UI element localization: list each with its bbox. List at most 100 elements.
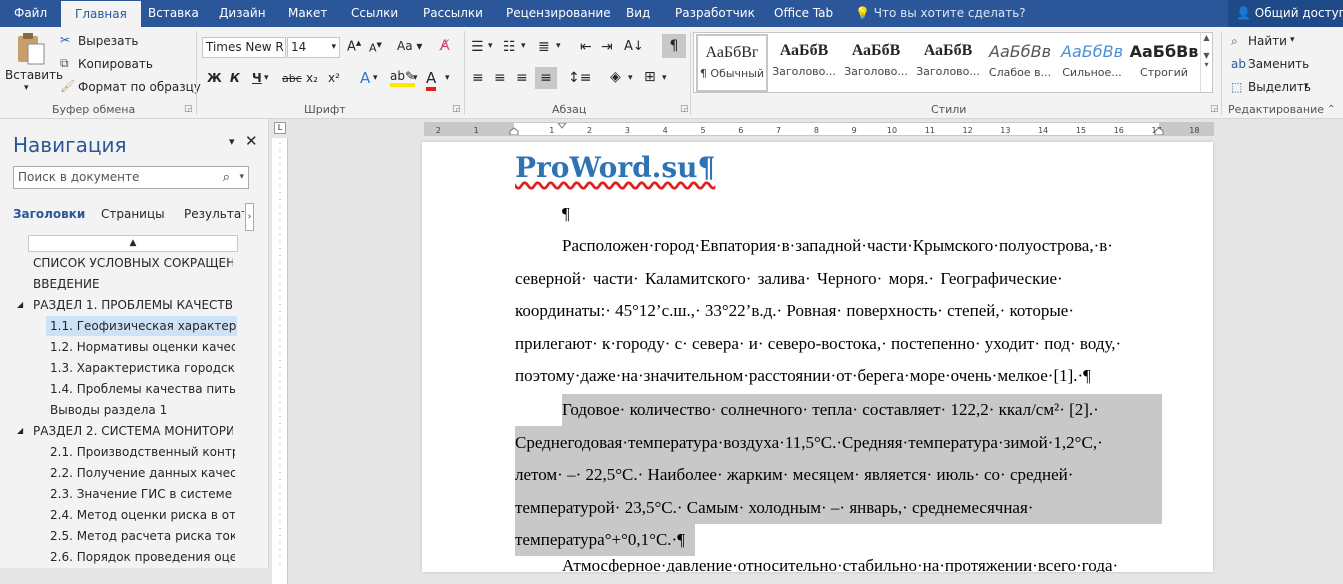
italic-button[interactable]: К [230, 71, 240, 85]
style-heading-3[interactable]: АаБбВ Заголово... [912, 34, 984, 92]
align-right-icon[interactable]: ≡ [516, 70, 528, 86]
strikethrough-button[interactable]: abc [282, 72, 302, 85]
replace-button[interactable]: Заменить [1248, 57, 1309, 71]
nav-heading-item[interactable]: 1.2. Нормативы оценки качеств... [50, 337, 235, 357]
font-size-select[interactable]: 14 ▾ [287, 37, 340, 58]
dialog-launcher-icon[interactable]: ◲ [452, 104, 461, 114]
tab-view[interactable]: Вид [626, 0, 650, 27]
nav-heading-item[interactable]: 2.1. Производственный контро... [50, 442, 235, 462]
cut-button[interactable]: Вырезать [78, 34, 139, 48]
paragraph-line[interactable]: прилегают· к·городу· с· севера· и· север… [515, 334, 1162, 354]
highlighted-line[interactable]: температура°+°0,1°С.·¶ [515, 524, 695, 556]
nav-heading-item[interactable]: 1.4. Проблемы качества питьев... [50, 379, 235, 399]
paragraph-line[interactable]: Атмосферное·давление·относительно·стабил… [562, 556, 1162, 572]
tab-mailings[interactable]: Рассылки [423, 0, 483, 27]
paragraph-line[interactable]: координаты:· 45°12’с.ш.,· 33°22’в.д.· Ро… [515, 301, 1162, 321]
tab-review[interactable]: Рецензирование [506, 0, 611, 27]
copy-button[interactable]: Копировать [78, 57, 153, 71]
collapse-ribbon-icon[interactable]: ⌃ [1327, 104, 1335, 115]
superscript-button[interactable]: x² [328, 71, 340, 85]
share-button[interactable]: 👤 Общий доступ [1228, 0, 1343, 27]
nav-heading-item[interactable]: 2.3. Значение ГИС в системе мо... [50, 484, 235, 504]
style-strong[interactable]: АаБбВв Строгий [1128, 34, 1200, 92]
highlighted-line[interactable]: летом· –· 22,5°С.· Наиболее· жарким· мес… [515, 459, 1162, 491]
paste-icon[interactable] [14, 32, 46, 66]
chevron-down-icon[interactable]: ▾ [413, 73, 418, 83]
document-title[interactable]: ProWord.su¶ [515, 151, 715, 184]
multilevel-list-icon[interactable]: ≣ [538, 39, 550, 55]
chevron-down-icon[interactable]: ▾ [628, 73, 633, 83]
paste-button[interactable]: Вставить [5, 68, 63, 82]
style-subtle-emphasis[interactable]: АаБбВв Слабое в... [984, 34, 1056, 92]
highlighted-line[interactable]: Годовое· количество· солнечного· тепла· … [562, 394, 1162, 426]
align-left-icon[interactable]: ≡ [472, 70, 484, 86]
chevron-down-icon[interactable]: ▾ [556, 41, 561, 51]
decrease-indent-icon[interactable]: ⇤ [580, 39, 592, 55]
collapse-triangle-icon[interactable]: ◢ [17, 300, 23, 309]
bold-button[interactable]: Ж [207, 71, 222, 85]
nav-heading-item[interactable]: 2.4. Метод оценки риска в отно... [50, 505, 235, 525]
paragraph-line[interactable]: северной· части· Каламитского· залива· Ч… [515, 269, 1162, 289]
increase-indent-icon[interactable]: ⇥ [601, 39, 613, 55]
close-icon[interactable]: ✕ [245, 132, 258, 150]
tab-scroll-right-icon[interactable]: › [245, 203, 254, 231]
tab-headings[interactable]: Заголовки [13, 207, 85, 221]
tab-home[interactable]: Главная [61, 0, 141, 27]
underline-button[interactable]: Ч [252, 71, 262, 85]
dialog-launcher-icon[interactable]: ◲ [184, 104, 193, 114]
text-effects-icon[interactable]: A [360, 69, 370, 87]
tab-developer[interactable]: Разработчик [675, 0, 755, 27]
styles-scroll[interactable]: ▲ ▼ ▾ [1200, 33, 1212, 92]
chevron-down-icon[interactable]: ▾ [1304, 81, 1309, 91]
tab-results[interactable]: Результать [184, 207, 244, 221]
dialog-launcher-icon[interactable]: ◲ [680, 104, 689, 114]
tell-me-box[interactable]: 💡 Что вы хотите сделать? [855, 0, 1026, 27]
search-input[interactable]: Поиск в документе ⌕ ▾ [13, 166, 249, 189]
collapse-triangle-icon[interactable]: ◢ [17, 426, 23, 435]
align-center-icon[interactable]: ≡ [494, 70, 506, 86]
chevron-down-icon[interactable]: ▾ [24, 83, 29, 93]
font-name-select[interactable]: Times New R [202, 37, 286, 58]
highlight-icon[interactable]: ab✎ [390, 69, 416, 87]
select-button[interactable]: Выделить [1248, 80, 1311, 94]
format-painter-button[interactable]: Формат по образцу [78, 80, 201, 94]
font-color-icon[interactable]: A [426, 69, 437, 91]
highlighted-line[interactable]: температурой· 23,5°С.· Самым· холодным· … [515, 491, 1162, 524]
tab-pages[interactable]: Страницы [101, 207, 165, 221]
chevron-down-icon[interactable]: ▾ [264, 73, 269, 83]
empty-paragraph[interactable]: ¶ [562, 204, 570, 224]
change-case-button[interactable]: Aa ▾ [397, 39, 422, 53]
nav-heading-item[interactable]: РАЗДЕЛ 2. СИСТЕМА МОНИТОРИ... [33, 421, 233, 441]
borders-icon[interactable]: ⊞ [644, 69, 656, 85]
tab-stop-selector[interactable]: L [274, 122, 286, 134]
first-line-indent-marker[interactable] [557, 123, 567, 129]
nav-heading-item[interactable]: 2.5. Метод расчета риска токси... [50, 526, 235, 546]
style-heading-1[interactable]: АаБбВ Заголово... [768, 34, 840, 92]
justify-icon[interactable]: ≡ [535, 67, 557, 89]
tab-insert[interactable]: Вставка [148, 0, 199, 27]
paragraph-line[interactable]: поэтому·даже·на·значительном·расстоянии·… [515, 366, 1162, 386]
tab-design[interactable]: Дизайн [219, 0, 266, 27]
style-normal[interactable]: АаБбВг ¶ Обычный [696, 34, 768, 92]
numbering-icon[interactable]: ☷ [503, 39, 516, 55]
tab-office-tab[interactable]: Office Tab [774, 0, 833, 27]
sort-icon[interactable]: A↓ [624, 39, 644, 54]
paragraph-line[interactable]: Расположен·город·Евпатория·в·западной·ча… [562, 236, 1162, 256]
shrink-font-icon[interactable]: A▼ [369, 41, 382, 55]
chevron-down-icon[interactable]: ▾ [373, 73, 378, 83]
nav-heading-item[interactable]: 2.2. Получение данных качеств... [50, 463, 235, 483]
nav-heading-item[interactable]: Выводы раздела 1 [50, 400, 235, 420]
chevron-down-icon[interactable]: ▾ [1290, 35, 1295, 45]
pane-options-icon[interactable]: ▾ [229, 135, 235, 148]
grow-font-icon[interactable]: A▲ [347, 39, 361, 54]
chevron-down-icon[interactable]: ▾ [445, 73, 450, 83]
chevron-down-icon[interactable]: ▾ [488, 41, 493, 51]
chevron-down-icon[interactable]: ▾ [521, 41, 526, 51]
style-heading-2[interactable]: АаБбВ Заголово... [840, 34, 912, 92]
subscript-button[interactable]: x₂ [306, 71, 318, 85]
highlighted-line[interactable]: Среднегодовая·температура·воздуха·11,5°С… [515, 426, 1162, 459]
nav-heading-item[interactable]: 1.3. Характеристика городской... [50, 358, 235, 378]
scroll-up-button[interactable]: ▲ [28, 235, 238, 252]
nav-heading-item[interactable]: СПИСОК УСЛОВНЫХ СОКРАЩЕН... [33, 253, 233, 273]
nav-heading-item[interactable]: 2.6. Порядок проведения оценк... [50, 547, 235, 567]
